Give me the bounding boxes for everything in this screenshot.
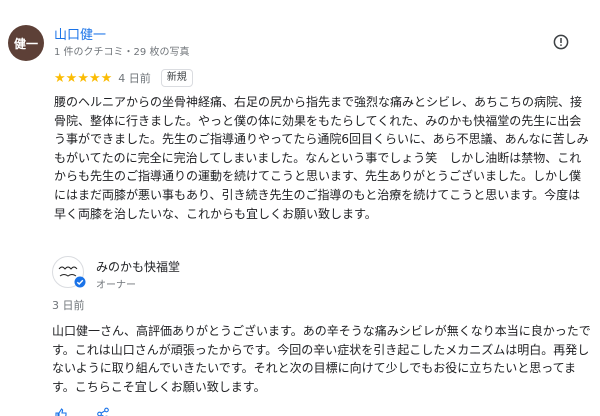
star-rating: ★ ★ ★ ★ ★ [54, 72, 112, 85]
reply-date: 3 日前 [52, 299, 85, 312]
share-button[interactable] [96, 407, 110, 416]
thumb-up-icon [55, 408, 67, 416]
owner-reply-body: 山口健一さん、高評価ありがとうございます。あの辛そうな痛みシビレが無くなり本当に… [52, 324, 591, 394]
star-icon: ★ [54, 70, 66, 86]
owner-name[interactable]: みのかも快福堂 [96, 258, 180, 275]
reviewer-avatar[interactable]: 健一 [8, 25, 44, 61]
like-button[interactable] [54, 407, 68, 416]
reviewer-meta: 1 件のクチコミ・29 枚の写真 [54, 47, 190, 58]
verified-check-icon [74, 276, 86, 288]
review-card: 健一 山口健一 1 件のクチコミ・29 枚の写真 ★ ★ ★ ★ ★ 4 日前 … [0, 0, 600, 416]
owner-role: オーナー [96, 280, 136, 291]
rating-row: ★ ★ ★ ★ ★ 4 日前 新規 [54, 68, 193, 88]
new-badge: 新規 [160, 69, 193, 87]
review-date: 4 日前 [118, 72, 151, 85]
review-actions [54, 407, 110, 416]
reviewer-name[interactable]: 山口健一 [54, 24, 106, 43]
star-icon: ★ [65, 70, 78, 86]
review-body: 腰のヘルニアからの坐骨神経痛、右足の尻から指先まで強烈な痛みとシビレ、あちこちの… [54, 95, 589, 221]
star-icon: ★ [88, 70, 101, 86]
star-icon: ★ [77, 70, 89, 86]
share-icon [97, 407, 109, 416]
more-options-button[interactable] [550, 31, 572, 53]
avatar-initials: 健一 [13, 36, 38, 51]
info-circle-icon [553, 34, 569, 50]
star-icon: ★ [100, 70, 113, 86]
